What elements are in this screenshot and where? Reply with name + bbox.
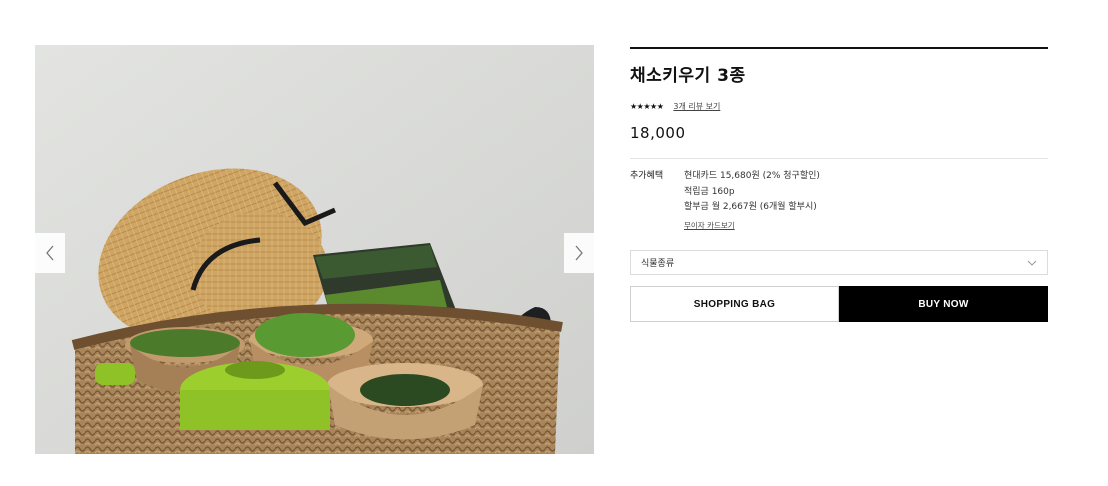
gallery-prev-button[interactable] <box>35 233 65 273</box>
buy-now-button[interactable]: BUY NOW <box>839 286 1048 322</box>
product-title: 채소키우기 3종 <box>630 66 746 86</box>
shopping-bag-button[interactable]: SHOPPING BAG <box>630 286 839 322</box>
gallery-next-button[interactable] <box>564 233 594 273</box>
benefits-list: 현대카드 15,680원 (2% 청구할인) 적립금 160p 할부금 월 2,… <box>684 169 820 234</box>
benefit-card-discount: 현대카드 15,680원 (2% 청구할인) <box>684 171 820 181</box>
chevron-right-icon <box>575 245 583 261</box>
benefits-section: 추가혜택 현대카드 15,680원 (2% 청구할인) 적립금 160p 할부금… <box>630 169 1048 234</box>
select-value: 식물종류 <box>641 259 675 269</box>
product-info-panel: 채소키우기 3종 ★★★★★ 3개 리뷰 보기 18,000 추가혜택 현대카드… <box>630 47 1048 322</box>
benefit-installment: 할부금 월 2,667원 (6개월 할부시) <box>684 202 817 212</box>
divider <box>630 158 1048 159</box>
product-image <box>35 45 594 454</box>
rating-stars: ★★★★★ <box>630 102 664 111</box>
chevron-down-icon <box>1027 260 1037 266</box>
plant-type-select[interactable]: 식물종류 <box>630 250 1048 275</box>
action-buttons: SHOPPING BAG BUY NOW <box>630 286 1048 322</box>
divider <box>630 47 1048 49</box>
review-link[interactable]: 3개 리뷰 보기 <box>673 101 720 113</box>
product-image-gallery <box>35 45 594 454</box>
benefit-points: 적립금 160p <box>684 186 735 197</box>
chevron-left-icon <box>46 245 54 261</box>
benefits-label: 추가혜택 <box>630 171 664 181</box>
rating-row: ★★★★★ 3개 리뷰 보기 <box>630 101 1048 113</box>
product-price: 18,000 <box>630 124 686 142</box>
interest-free-card-link[interactable]: 무이자 카드보기 <box>684 218 735 234</box>
